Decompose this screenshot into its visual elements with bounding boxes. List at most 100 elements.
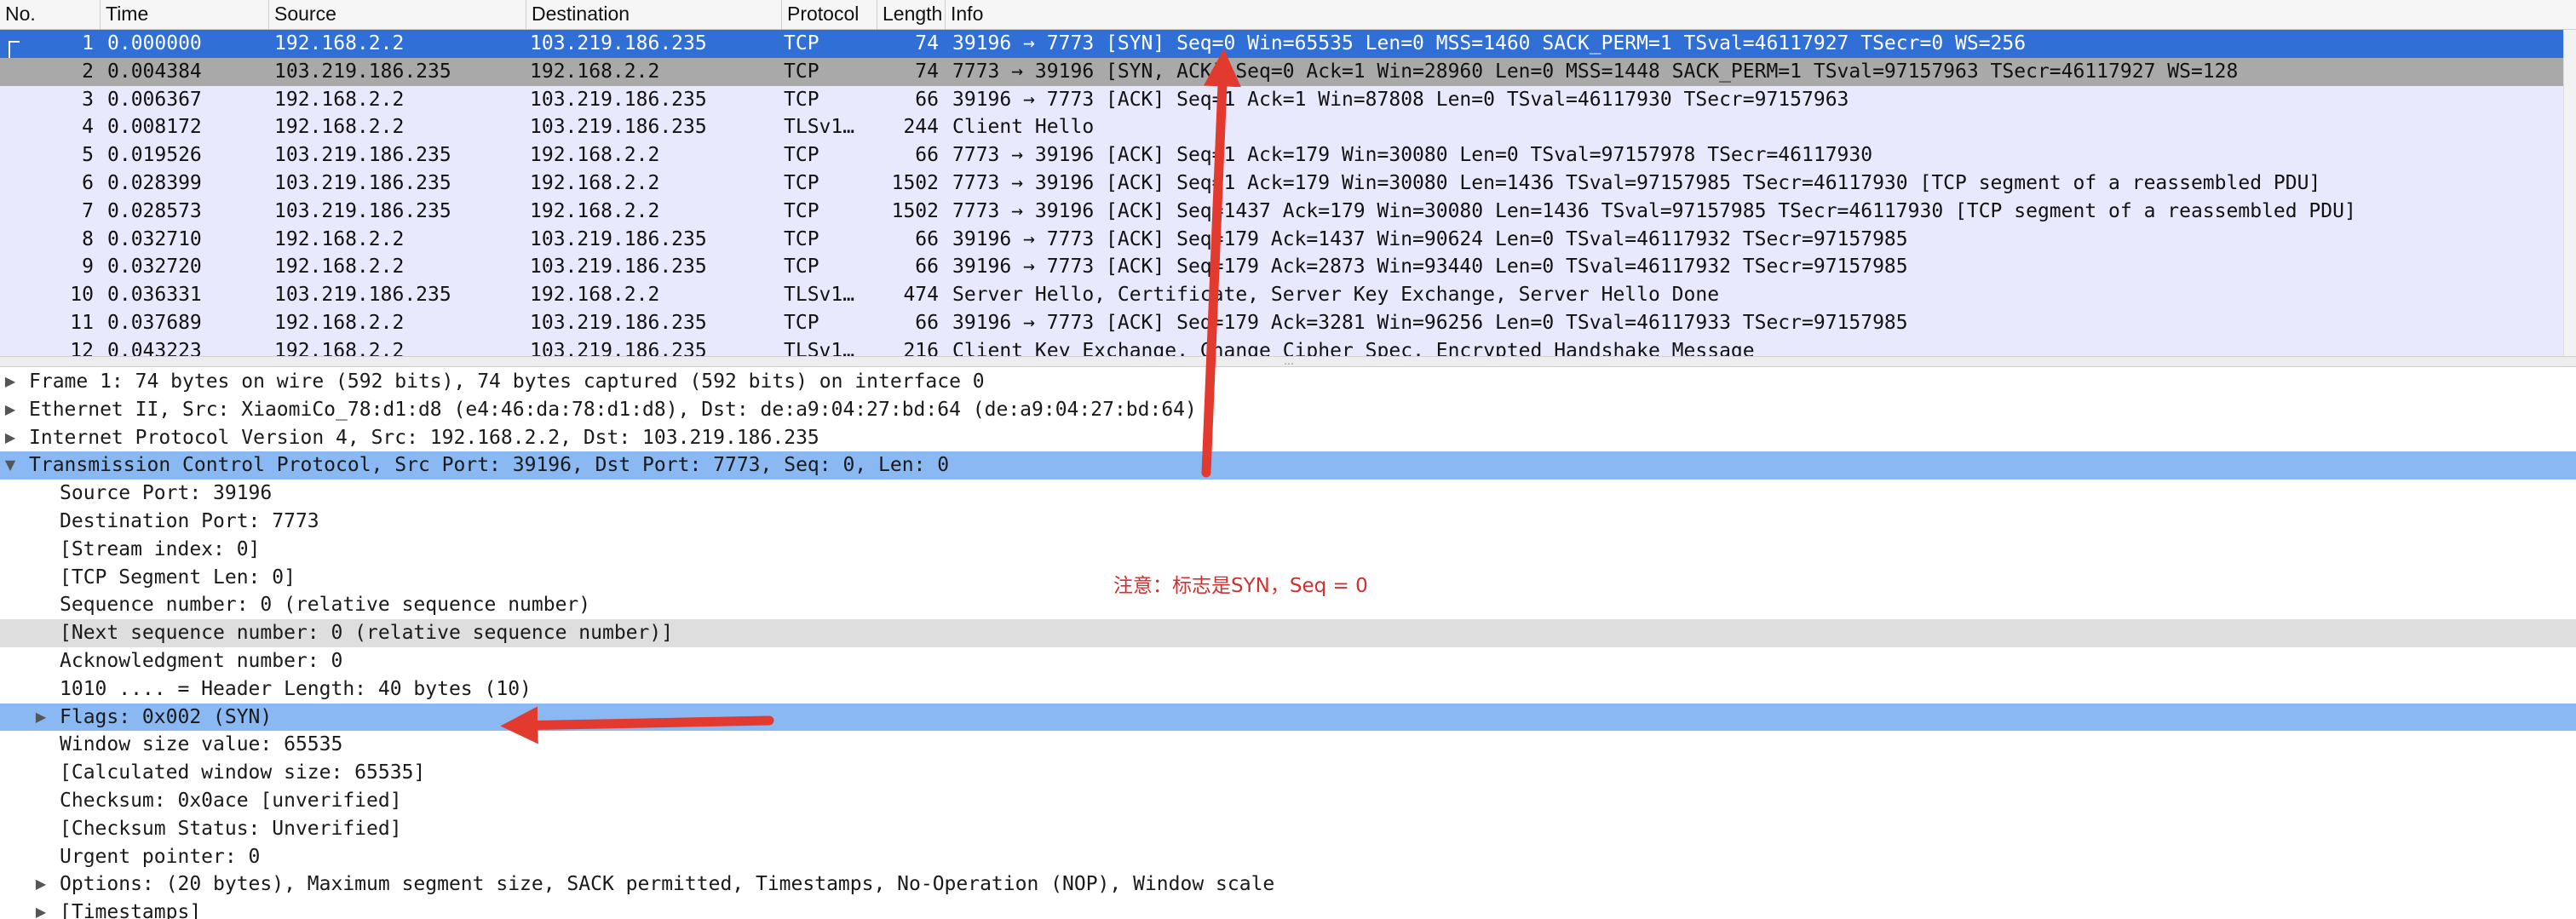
detail-row[interactable]: Source Port: 39196 xyxy=(0,480,2576,508)
packet-cell-no: 10 xyxy=(70,284,94,307)
packet-row[interactable]: 1 0.000000 192.168.2.2 103.219.186.235 TCP 74… xyxy=(0,30,2564,58)
packet-cell-length: 216 xyxy=(903,339,939,356)
column-header-destination[interactable]: Destination xyxy=(526,0,782,29)
packet-cell-destination: 192.168.2.2 xyxy=(530,199,660,222)
expand-triangle-icon[interactable]: ▶ xyxy=(2,424,19,452)
packet-row[interactable]: 8 0.032710 192.168.2.2 103.219.186.235 TCP 66… xyxy=(0,225,2564,254)
packet-row[interactable]: 6 0.028399 103.219.186.235 192.168.2.2 TCP 15… xyxy=(0,169,2564,198)
collapse-triangle-icon[interactable]: ▼ xyxy=(2,451,19,480)
packet-cell-length: 1502 xyxy=(891,199,939,222)
detail-text: [Timestamps] xyxy=(60,901,202,919)
packet-cell-destination: 192.168.2.2 xyxy=(530,284,660,307)
detail-row[interactable]: ▶ Ethernet II, Src: XiaomiCo_78:d1:d8 (e4… xyxy=(0,396,2576,424)
packet-cell-info: 39196 → 7773 [SYN] Seq=0 Win=65535 Len=0… xyxy=(952,32,2027,55)
detail-row[interactable]: Window size value: 65535 xyxy=(0,731,2576,759)
packet-row[interactable]: 7 0.028573 103.219.186.235 192.168.2.2 TCP 15… xyxy=(0,197,2564,226)
packet-cell-info: 39196 → 7773 [ACK] Seq=1 Ack=1 Win=87808… xyxy=(952,88,1849,111)
packet-cell-time: 0.037689 xyxy=(107,311,202,334)
packet-row[interactable]: 12 0.043223 192.168.2.2 103.219.186.235 TLSv… xyxy=(0,336,2564,356)
detail-row[interactable]: [Stream index: 0] xyxy=(0,536,2576,564)
expand-triangle-icon[interactable]: ▶ xyxy=(2,396,19,424)
pane-splitter[interactable]: ⋯ xyxy=(0,356,2576,370)
packet-cell-source: 103.219.186.235 xyxy=(274,171,451,194)
packet-cell-protocol: TCP xyxy=(784,88,819,111)
column-header-source[interactable]: Source xyxy=(269,0,526,29)
packet-cell-time: 0.000000 xyxy=(107,32,202,55)
packet-cell-no: 7 xyxy=(82,199,94,222)
detail-text: [TCP Segment Len: 0] xyxy=(60,566,296,589)
detail-row[interactable]: [Checksum Status: Unverified] xyxy=(0,815,2576,843)
detail-text: Options: (20 bytes), Maximum segment siz… xyxy=(60,873,1275,896)
packet-cell-time: 0.028573 xyxy=(107,199,202,222)
packet-cell-length: 66 xyxy=(915,311,939,334)
detail-row[interactable]: ▶ [Timestamps] xyxy=(0,899,2576,919)
packet-cell-no: 4 xyxy=(82,116,94,139)
detail-text: Urgent pointer: 0 xyxy=(60,845,261,868)
detail-text: Transmission Control Protocol, Src Port:… xyxy=(29,454,950,477)
packet-cell-destination: 103.219.186.235 xyxy=(530,32,707,55)
packet-row[interactable]: 5 0.019526 103.219.186.235 192.168.2.2 TCP 66… xyxy=(0,141,2564,169)
packet-cell-length: 66 xyxy=(915,256,939,279)
detail-row[interactable]: Acknowledgment number: 0 xyxy=(0,647,2576,675)
annotation-note: 注意：标志是SYN，Seq = 0 xyxy=(1113,575,1368,597)
packet-cell-protocol: TLSv1… xyxy=(784,116,855,139)
detail-row[interactable]: 1010 .... = Header Length: 40 bytes (10) xyxy=(0,675,2576,704)
packet-cell-destination: 103.219.186.235 xyxy=(530,339,707,356)
expand-triangle-icon[interactable]: ▶ xyxy=(32,704,49,732)
packet-row[interactable]: 10 0.036331 103.219.186.235 192.168.2.2 TLSv… xyxy=(0,281,2564,309)
column-header-info[interactable]: Info xyxy=(946,0,2576,29)
packet-cell-info: Client Hello xyxy=(952,116,1095,139)
packet-cell-source: 192.168.2.2 xyxy=(274,227,405,250)
packet-cell-source: 192.168.2.2 xyxy=(274,256,405,279)
packet-cell-destination: 192.168.2.2 xyxy=(530,144,660,167)
expand-triangle-icon[interactable]: ▶ xyxy=(32,899,49,919)
detail-text: [Stream index: 0] xyxy=(60,537,261,560)
detail-row[interactable]: ▶ Options: (20 bytes), Maximum segment si… xyxy=(0,870,2576,899)
column-header-protocol[interactable]: Protocol xyxy=(782,0,877,29)
packet-cell-no: 9 xyxy=(82,256,94,279)
packet-cell-info: 7773 → 39196 [ACK] Seq=1437 Ack=179 Win=… xyxy=(952,199,2356,222)
detail-text: [Checksum Status: Unverified] xyxy=(60,817,402,840)
packet-cell-info: 39196 → 7773 [ACK] Seq=179 Ack=2873 Win=… xyxy=(952,256,1908,279)
packet-cell-protocol: TCP xyxy=(784,32,819,55)
detail-text: Internet Protocol Version 4, Src: 192.16… xyxy=(29,426,819,449)
detail-row[interactable]: ▶ Frame 1: 74 bytes on wire (592 bits), 7… xyxy=(0,368,2576,396)
packet-cell-protocol: TCP xyxy=(784,311,819,334)
detail-text: Source Port: 39196 xyxy=(60,482,273,505)
packet-cell-time: 0.043223 xyxy=(107,339,202,356)
packet-row[interactable]: 4 0.008172 192.168.2.2 103.219.186.235 TLSv1… xyxy=(0,113,2564,142)
packet-cell-destination: 103.219.186.235 xyxy=(530,227,707,250)
packet-cell-source: 103.219.186.235 xyxy=(274,60,451,83)
detail-row[interactable]: ▶ Flags: 0x002 (SYN) xyxy=(0,703,2576,732)
detail-text: Destination Port: 7773 xyxy=(60,510,319,532)
detail-text: 1010 .... = Header Length: 40 bytes (10) xyxy=(60,677,532,700)
packet-cell-time: 0.036331 xyxy=(107,284,202,307)
packet-cell-source: 103.219.186.235 xyxy=(274,199,451,222)
packet-row[interactable]: 2 0.004384 103.219.186.235 192.168.2.2 TCP 74… xyxy=(0,57,2564,86)
packet-list-scrollbar[interactable] xyxy=(2563,30,2576,356)
packet-cell-protocol: TCP xyxy=(784,199,819,222)
packet-cell-source: 103.219.186.235 xyxy=(274,284,451,307)
column-header-bar: No. Time Source Destination Protocol Len… xyxy=(0,0,2576,30)
packet-cell-length: 74 xyxy=(915,32,939,55)
column-header-no[interactable]: No. xyxy=(0,0,101,29)
packet-row[interactable]: 9 0.032720 192.168.2.2 103.219.186.235 TCP 66… xyxy=(0,253,2564,282)
detail-row[interactable]: [Next sequence number: 0 (relative seque… xyxy=(0,619,2576,647)
packet-cell-length: 66 xyxy=(915,88,939,111)
packet-row[interactable]: 3 0.006367 192.168.2.2 103.219.186.235 TCP 66… xyxy=(0,85,2564,114)
detail-row[interactable]: Urgent pointer: 0 xyxy=(0,843,2576,871)
detail-row[interactable]: Destination Port: 7773 xyxy=(0,508,2576,536)
packet-cell-no: 12 xyxy=(70,339,94,356)
packet-row[interactable]: 11 0.037689 192.168.2.2 103.219.186.235 TCP 6… xyxy=(0,308,2564,337)
detail-row[interactable]: ▶ Internet Protocol Version 4, Src: 192.1… xyxy=(0,424,2576,452)
expand-triangle-icon[interactable]: ▶ xyxy=(32,870,49,899)
detail-row[interactable]: ▼ Transmission Control Protocol, Src Port… xyxy=(0,451,2576,480)
expand-triangle-icon[interactable]: ▶ xyxy=(2,368,19,396)
column-header-length[interactable]: Length xyxy=(877,0,946,29)
packet-cell-destination: 103.219.186.235 xyxy=(530,311,707,334)
column-header-time[interactable]: Time xyxy=(101,0,269,29)
packet-cell-source: 103.219.186.235 xyxy=(274,144,451,167)
packet-cell-length: 1502 xyxy=(891,171,939,194)
detail-row[interactable]: [Calculated window size: 65535] xyxy=(0,759,2576,787)
detail-row[interactable]: Checksum: 0x0ace [unverified] xyxy=(0,787,2576,815)
